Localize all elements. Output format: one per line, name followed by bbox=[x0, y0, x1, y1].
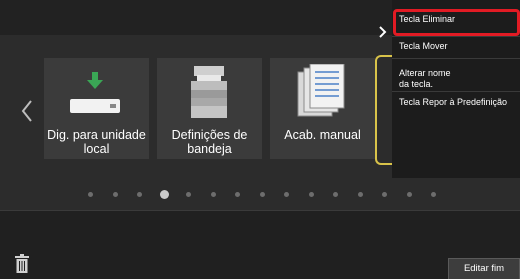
tile-tray-settings[interactable]: Definições de bandeja bbox=[157, 58, 262, 159]
page-dot[interactable] bbox=[112, 192, 118, 197]
tile-label: Definições de bandeja bbox=[171, 128, 248, 156]
page-dot[interactable] bbox=[259, 192, 265, 197]
tile-label: Dig. para unidade local bbox=[47, 128, 146, 156]
menu-item-rename-key[interactable]: Alterar nome da tecla. bbox=[399, 68, 451, 90]
page-dot[interactable] bbox=[88, 192, 93, 197]
menu-item-move-key[interactable]: Tecla Mover bbox=[399, 41, 448, 52]
chevron-right-icon[interactable] bbox=[376, 22, 390, 42]
delete-key-highlight bbox=[393, 9, 520, 36]
page-dot[interactable] bbox=[235, 192, 240, 197]
page-dot[interactable] bbox=[308, 192, 314, 197]
page-dot[interactable] bbox=[137, 192, 142, 197]
usb-download-icon bbox=[70, 72, 120, 113]
tile-label: Acab. manual bbox=[284, 128, 361, 142]
page-dot[interactable] bbox=[406, 192, 412, 197]
page-dot[interactable] bbox=[333, 192, 338, 197]
edit-end-button[interactable]: Editar fim bbox=[448, 258, 520, 279]
trash-icon[interactable] bbox=[14, 254, 30, 273]
stacked-documents-icon bbox=[297, 64, 345, 117]
bottom-bar bbox=[0, 210, 520, 279]
printer-tray-icon bbox=[191, 66, 227, 118]
page-dot[interactable] bbox=[357, 192, 363, 197]
page-dot-active[interactable] bbox=[159, 190, 169, 199]
page-dot[interactable] bbox=[186, 192, 191, 197]
menu-item-reset-key-default[interactable]: Tecla Repor à Predefinição bbox=[399, 97, 507, 108]
page-dot[interactable] bbox=[382, 192, 387, 197]
chevron-left-icon[interactable] bbox=[20, 98, 34, 124]
page-dot[interactable] bbox=[431, 192, 436, 197]
page-dot[interactable] bbox=[284, 192, 289, 197]
page-dot[interactable] bbox=[210, 192, 216, 197]
tile-manual-finishing[interactable]: Acab. manual bbox=[270, 58, 375, 159]
tile-scan-to-local-drive[interactable]: Dig. para unidade local bbox=[44, 58, 149, 159]
